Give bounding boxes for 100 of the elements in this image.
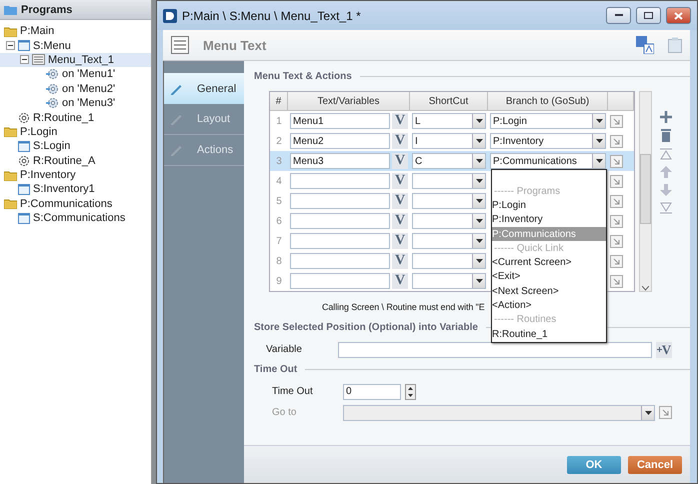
nav-tab[interactable]: General xyxy=(164,73,244,104)
timeout-field[interactable]: 0 xyxy=(343,384,401,400)
goto-icon[interactable] xyxy=(610,154,623,168)
caret-icon xyxy=(596,159,602,163)
shortcut-dropdown[interactable]: L xyxy=(412,113,486,129)
list-option[interactable]: P:Inventory xyxy=(492,212,606,227)
shortcut-dropdown[interactable] xyxy=(412,213,486,229)
dialog-header-title: Menu Text xyxy=(203,38,268,52)
variable-button[interactable]: V xyxy=(392,153,408,169)
tree-item[interactable]: P:Communications xyxy=(0,196,151,212)
goto-icon[interactable] xyxy=(610,274,623,288)
text-field[interactable] xyxy=(290,233,390,249)
clipboard-icon[interactable] xyxy=(668,37,682,53)
shortcut-dropdown[interactable] xyxy=(412,253,486,269)
text-field[interactable] xyxy=(290,193,390,209)
text-field[interactable]: Menu2 xyxy=(290,133,390,149)
list-group-header: ------ Quick Link xyxy=(493,242,564,256)
goto-dropdown[interactable] xyxy=(343,404,655,420)
scrollbar[interactable] xyxy=(639,91,652,292)
text-field[interactable] xyxy=(290,213,390,229)
shortcut-dropdown[interactable] xyxy=(412,233,486,249)
move-down-icon[interactable] xyxy=(660,184,672,196)
variable-button[interactable]: V xyxy=(392,193,408,209)
gear-icon xyxy=(46,68,59,80)
tree-item[interactable]: S:Inventory1 xyxy=(0,182,151,197)
goto-icon[interactable] xyxy=(659,406,672,419)
shortcut-dropdown[interactable] xyxy=(412,193,486,209)
caret-icon xyxy=(596,139,602,143)
window-icon xyxy=(18,140,30,152)
tree-item[interactable]: P:Main xyxy=(0,24,151,38)
goto-icon[interactable] xyxy=(610,114,623,128)
tree-item[interactable]: S:Menu xyxy=(0,38,151,53)
section-title: Time Out xyxy=(254,362,690,376)
branch-dropdown[interactable]: P:Communications xyxy=(490,153,606,169)
minimize-button[interactable] xyxy=(606,7,631,24)
tree-item[interactable]: R:Routine_1 xyxy=(0,110,151,125)
tree-item[interactable]: on 'Menu2' xyxy=(0,82,151,96)
tree-item[interactable]: on 'Menu1' xyxy=(0,67,151,82)
close-icon xyxy=(674,12,683,20)
tree-item[interactable]: Menu_Text_1 xyxy=(0,52,151,68)
variable-button[interactable]: V xyxy=(392,133,408,149)
tree-item[interactable]: R:Routine_A xyxy=(0,154,151,168)
branch-dropdown[interactable]: P:Inventory xyxy=(490,133,606,149)
tree-item[interactable]: S:Login xyxy=(0,139,151,154)
variable-button[interactable]: V xyxy=(392,113,408,129)
collapse-icon[interactable] xyxy=(6,41,15,50)
text-field[interactable] xyxy=(290,273,390,289)
shortcut-dropdown[interactable]: I xyxy=(412,133,486,149)
folder-icon xyxy=(4,126,17,138)
goto-icon[interactable] xyxy=(610,174,623,188)
minimize-icon xyxy=(614,14,622,17)
goto-icon[interactable] xyxy=(610,254,623,268)
window-icon xyxy=(18,212,30,224)
shortcut-dropdown[interactable]: C xyxy=(412,153,486,169)
gear-icon xyxy=(46,97,59,110)
variable-field[interactable] xyxy=(338,342,652,358)
caret-icon[interactable] xyxy=(642,286,649,291)
move-bottom-icon[interactable] xyxy=(660,202,672,214)
goto-icon[interactable] xyxy=(610,134,623,148)
text-field[interactable]: Menu1 xyxy=(290,113,390,129)
collapse-icon[interactable] xyxy=(20,55,29,64)
move-top-icon[interactable] xyxy=(660,148,672,160)
shortcut-dropdown[interactable] xyxy=(412,173,486,189)
close-button[interactable] xyxy=(666,7,691,24)
list-option[interactable]: <Current Screen> xyxy=(492,255,606,270)
maximize-button[interactable] xyxy=(636,7,661,24)
text-field[interactable]: Menu3 xyxy=(290,153,390,169)
variable-button[interactable]: V xyxy=(392,233,408,249)
list-option[interactable]: <Action> xyxy=(492,298,606,313)
goto-icon[interactable] xyxy=(610,214,623,228)
translate-icon[interactable] xyxy=(636,36,654,54)
list-option[interactable]: <Exit> xyxy=(492,270,606,284)
caret-icon xyxy=(476,239,482,243)
spinner[interactable] xyxy=(405,384,416,400)
tree-item[interactable]: P:Login xyxy=(0,124,151,140)
row-number: 3 xyxy=(275,156,283,166)
move-up-icon[interactable] xyxy=(660,166,672,178)
add-icon[interactable] xyxy=(660,111,672,123)
goto-icon[interactable] xyxy=(610,194,623,208)
text-field[interactable] xyxy=(290,253,390,269)
list-option[interactable]: P:Login xyxy=(492,198,606,213)
variable-button[interactable]: V xyxy=(392,173,408,189)
delete-icon[interactable] xyxy=(660,129,672,142)
column-header: Text/Variables xyxy=(288,92,410,111)
row-number: 9 xyxy=(275,276,283,286)
shortcut-dropdown[interactable] xyxy=(412,273,486,289)
insert-variable-button[interactable]: V xyxy=(656,342,672,358)
list-group-header: ------ Programs xyxy=(493,184,562,198)
branch-dropdown[interactable]: P:Login xyxy=(490,113,606,129)
tree-item[interactable]: S:Communications xyxy=(0,211,151,226)
folder-icon xyxy=(4,26,17,37)
caret-icon xyxy=(476,119,482,123)
list-option[interactable]: <Next Screen> xyxy=(492,284,606,298)
text-field[interactable] xyxy=(290,173,390,189)
tree-item[interactable]: on 'Menu3' xyxy=(0,96,151,110)
variable-button[interactable]: V xyxy=(392,253,408,269)
variable-button[interactable]: V xyxy=(392,213,408,229)
tree-item[interactable]: P:Inventory xyxy=(0,168,151,182)
variable-button[interactable]: V xyxy=(392,273,408,289)
goto-icon[interactable] xyxy=(610,234,623,248)
